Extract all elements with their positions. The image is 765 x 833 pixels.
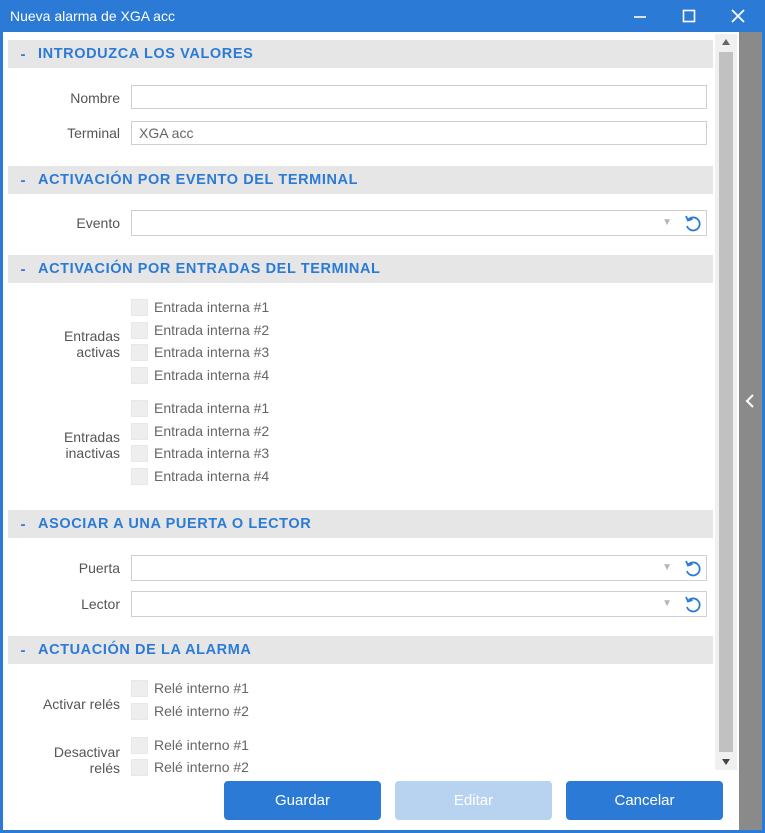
section-header-actuacion: - ACTUACIÓN DE LA ALARMA [8,636,713,664]
section-collapse-toggle[interactable]: - [8,642,38,659]
close-button[interactable] [718,0,758,32]
checkbox-label: Entrada interna #2 [154,322,270,338]
section-header-puerta: - ASOCIAR A UNA PUERTA O LECTOR [8,510,713,538]
chevron-down-icon: ▼ [662,217,672,228]
chevron-down-icon: ▼ [662,562,672,573]
caret-down-icon [722,759,730,765]
maximize-button[interactable] [669,0,709,32]
refresh-icon[interactable] [683,214,703,234]
terminal-label: Terminal [67,125,120,141]
checkbox-label: Entrada interna #2 [154,423,270,439]
section-collapse-toggle[interactable]: - [8,516,38,533]
dialog-window: Nueva alarma de XGA acc - INTRODUZCA LOS… [0,0,765,833]
checkbox-activa-2[interactable]: Entrada interna #2 [131,320,269,340]
desactivar-reles-label-2: relés [89,760,120,776]
section-title: ASOCIAR A UNA PUERTA O LECTOR [38,516,312,532]
evento-label: Evento [76,215,120,231]
puerta-label: Puerta [78,560,120,576]
checkbox-inactiva-4[interactable]: Entrada interna #4 [131,466,269,486]
checkbox-label: Entrada interna #1 [154,400,270,416]
checkbox-label: Entrada interna #1 [154,299,270,315]
side-panel-toggle[interactable] [739,32,762,830]
puerta-select[interactable]: ▼ [131,555,707,581]
checkbox[interactable] [131,321,148,339]
minimize-button[interactable] [620,0,660,32]
checkbox[interactable] [131,366,148,384]
checkbox-label: Relé interno #1 [154,680,249,696]
checkbox[interactable] [131,736,148,754]
scroll-up-button[interactable] [715,34,737,50]
checkbox-label: Entrada interna #4 [154,468,270,484]
checkbox-label: Entrada interna #3 [154,344,270,360]
section-header-values: - INTRODUZCA LOS VALORES [8,40,713,68]
vertical-scrollbar[interactable] [715,34,737,770]
scroll-thumb[interactable] [719,52,733,752]
save-button[interactable]: Guardar [224,781,381,820]
section-header-evento: - ACTIVACIÓN POR EVENTO DEL TERMINAL [8,166,713,194]
checkbox[interactable] [131,343,148,361]
scroll-down-button[interactable] [715,754,737,770]
nombre-label: Nombre [70,90,120,106]
dialog-content: - INTRODUZCA LOS VALORES Nombre Terminal… [3,32,762,830]
edit-button[interactable]: Editar [395,781,552,820]
checkbox-activa-3[interactable]: Entrada interna #3 [131,342,269,362]
desactivar-reles-label-1: Desactivar [53,744,120,760]
nombre-input[interactable] [131,85,707,109]
section-collapse-toggle[interactable]: - [8,46,38,63]
checkbox-inactiva-3[interactable]: Entrada interna #3 [131,443,269,463]
checkbox[interactable] [131,298,148,316]
refresh-icon[interactable] [683,595,703,615]
chevron-down-icon: ▼ [662,598,672,609]
checkbox-label: Entrada interna #3 [154,445,270,461]
evento-select[interactable]: ▼ [131,210,707,236]
lector-label: Lector [81,596,120,612]
entradas-inactivas-label-2: inactivas [65,445,120,461]
checkbox-label: Relé interno #2 [154,759,249,775]
checkbox[interactable] [131,444,148,462]
checkbox-inactiva-1[interactable]: Entrada interna #1 [131,398,269,418]
checkbox-desactivar-rele-1[interactable]: Relé interno #1 [131,735,249,755]
minimize-icon [634,16,646,18]
entradas-activas-label-1: Entradas [63,328,120,344]
entradas-inactivas-label-1: Entradas [63,429,120,445]
checkbox-label: Relé interno #2 [154,703,249,719]
checkbox-activa-4[interactable]: Entrada interna #4 [131,365,269,385]
lector-select[interactable]: ▼ [131,591,707,617]
checkbox[interactable] [131,422,148,440]
checkbox-desactivar-rele-2[interactable]: Relé interno #2 [131,757,249,777]
checkbox[interactable] [131,467,148,485]
checkbox[interactable] [131,399,148,417]
title-bar: Nueva alarma de XGA acc [0,0,765,32]
entradas-activas-label-2: activas [76,344,120,360]
activar-reles-label: Activar relés [42,696,120,712]
checkbox-label: Relé interno #1 [154,737,249,753]
checkbox[interactable] [131,679,148,697]
maximize-icon [682,9,696,23]
checkbox[interactable] [131,758,148,776]
section-title: ACTIVACIÓN POR EVENTO DEL TERMINAL [38,172,359,188]
refresh-icon[interactable] [683,559,703,579]
chevron-left-icon [745,394,754,408]
checkbox-inactiva-2[interactable]: Entrada interna #2 [131,421,269,441]
checkbox-activar-rele-1[interactable]: Relé interno #1 [131,678,249,698]
section-header-entradas: - ACTIVACIÓN POR ENTRADAS DEL TERMINAL [8,255,713,283]
section-title: ACTUACIÓN DE LA ALARMA [38,642,252,658]
section-collapse-toggle[interactable]: - [8,172,38,189]
section-collapse-toggle[interactable]: - [8,261,38,278]
caret-up-icon [722,39,730,45]
section-title: ACTIVACIÓN POR ENTRADAS DEL TERMINAL [38,261,381,277]
checkbox-activar-rele-2[interactable]: Relé interno #2 [131,701,249,721]
checkbox-label: Entrada interna #4 [154,367,270,383]
terminal-input [131,121,707,145]
cancel-button[interactable]: Cancelar [566,781,723,820]
window-title: Nueva alarma de XGA acc [10,8,175,24]
checkbox[interactable] [131,702,148,720]
close-icon [731,9,745,23]
section-title: INTRODUZCA LOS VALORES [38,46,254,62]
checkbox-activa-1[interactable]: Entrada interna #1 [131,297,269,317]
